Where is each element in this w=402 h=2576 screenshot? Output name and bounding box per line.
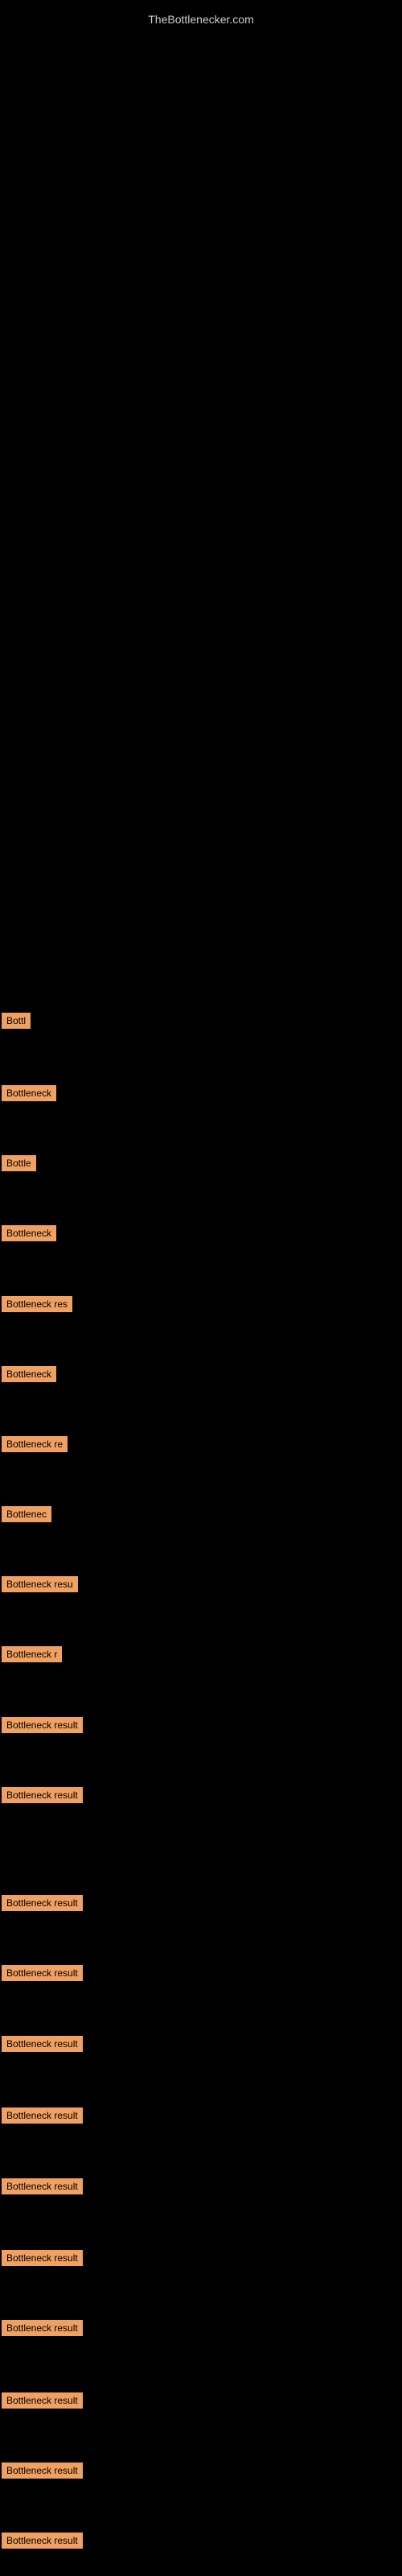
bottleneck-result-label: Bottleneck result [2,2036,83,2052]
bottleneck-result-label: Bottleneck [2,1366,56,1382]
bottleneck-result-label: Bottleneck result [2,1717,83,1733]
bottleneck-result-label: Bottleneck res [2,1296,72,1312]
bottleneck-result-label: Bottle [2,1155,36,1171]
bottleneck-result-label: Bottleneck result [2,2250,83,2266]
bottleneck-result-label: Bottlenec [2,1506,51,1522]
bottleneck-result-label: Bottleneck result [2,2320,83,2336]
bottleneck-result-label: Bottleneck result [2,2533,83,2549]
bottleneck-result-label: Bottleneck [2,1225,56,1241]
bottleneck-result-label: Bottleneck result [2,2107,83,2124]
bottleneck-result-label: Bottleneck result [2,1787,83,1803]
site-title: TheBottlenecker.com [0,6,402,32]
bottleneck-result-label: Bottleneck re [2,1436,68,1452]
bottleneck-result-label: Bottleneck [2,1085,56,1101]
bottleneck-result-label: Bottleneck r [2,1646,62,1662]
bottleneck-result-label: Bottleneck resu [2,1576,78,1592]
bottleneck-result-label: Bottl [2,1013,31,1029]
bottleneck-result-label: Bottleneck result [2,2178,83,2194]
bottleneck-result-label: Bottleneck result [2,1965,83,1981]
bottleneck-result-label: Bottleneck result [2,1895,83,1911]
bottleneck-result-label: Bottleneck result [2,2392,83,2409]
bottleneck-result-label: Bottleneck result [2,2462,83,2479]
